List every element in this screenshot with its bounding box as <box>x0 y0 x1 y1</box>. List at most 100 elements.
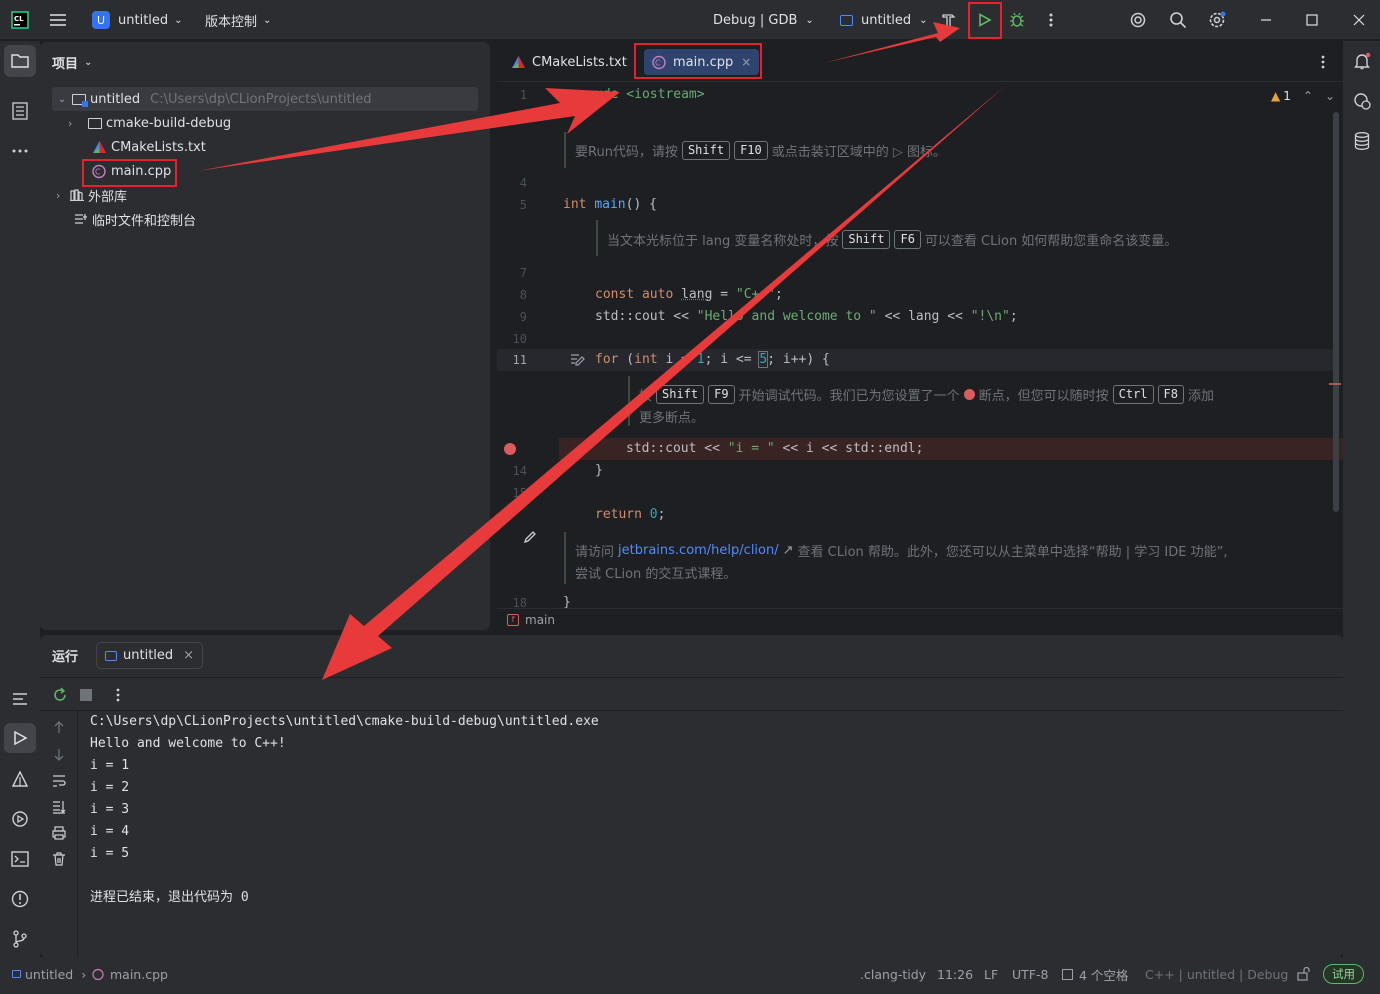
tab-close-icon[interactable]: × <box>183 648 194 663</box>
lock-icon[interactable] <box>1289 960 1317 988</box>
minimize-icon[interactable] <box>1252 6 1280 34</box>
tree-item-cmakelists[interactable]: CMakeLists.txt <box>40 135 490 159</box>
chevron-down-icon: ⌄ <box>263 14 272 26</box>
arrow-up-icon[interactable] <box>45 713 73 741</box>
project-panel-title[interactable]: 项目 ⌄ <box>52 50 92 74</box>
search-icon[interactable] <box>1164 6 1192 34</box>
chevron-down-icon[interactable]: ⌄ <box>1325 89 1335 103</box>
run-tab-untitled[interactable]: untitled × <box>96 642 204 669</box>
run-tool-icon[interactable] <box>4 723 36 753</box>
run-panel: 运行 untitled × C:\Users\dp\CLionProjects\… <box>40 635 1343 957</box>
hint-rename: 当文本光标位于 lang 变量名称处时，按 Shift F6 可以查看 CLio… <box>607 228 1177 250</box>
code-line-cout[interactable]: std::cout << "Hello and welcome to " << … <box>595 306 1018 328</box>
trial-badge[interactable]: 试用 <box>1323 964 1364 984</box>
clion-logo-icon[interactable]: CL <box>6 6 34 34</box>
code-line-for[interactable]: for (int i = 1; i <= 5; i++) { <box>595 349 830 371</box>
function-icon: f <box>507 613 519 626</box>
tab-cmakelists[interactable]: CMakeLists.txt <box>511 42 627 82</box>
structure-icon[interactable] <box>6 97 34 125</box>
breakpoint-icon[interactable] <box>504 443 516 455</box>
print-icon[interactable] <box>45 819 73 847</box>
problems-icon[interactable] <box>6 885 34 913</box>
inspection-widget[interactable]: ▲ 1 ⌃ ⌄ <box>1271 85 1335 107</box>
target-selector[interactable]: untitled ⌄ <box>840 0 928 40</box>
stop-icon[interactable] <box>72 681 100 709</box>
rerun-icon[interactable] <box>46 681 74 709</box>
pencil-edit-icon[interactable] <box>523 530 537 548</box>
code-token: for <box>595 352 619 367</box>
run-config-selector[interactable]: Debug | GDB ⌄ <box>713 0 814 40</box>
code-token: "i = " <box>727 441 775 456</box>
ai-chat-icon[interactable] <box>1348 87 1376 115</box>
notifications-bell-icon[interactable] <box>1348 47 1376 75</box>
status-crumb-label: main.cpp <box>110 966 168 982</box>
target-icon <box>840 14 853 26</box>
code-line-breakpoint[interactable]: std::cout << "i = " << i << std::endl; <box>626 438 923 460</box>
code-token: ; <box>1009 309 1018 324</box>
todo-list-icon[interactable] <box>6 685 34 713</box>
status-indent[interactable]: 4 个空格 <box>1062 957 1128 991</box>
editor-more-icon[interactable] <box>1309 48 1337 76</box>
status-line-separator[interactable]: LF <box>984 957 998 991</box>
code-line-include[interactable]: ude <iostream> <box>595 84 705 106</box>
soft-wrap-icon[interactable] <box>45 767 73 795</box>
tree-item-scratches[interactable]: 临时文件和控制台 <box>40 207 490 231</box>
terminal-icon[interactable] <box>6 845 34 873</box>
settings-gear-icon[interactable] <box>1203 6 1231 34</box>
code-line-main[interactable]: int main() { <box>563 194 657 216</box>
code-line-close-for[interactable]: } <box>595 460 603 482</box>
line-number: 7 <box>519 266 527 280</box>
status-position[interactable]: 11:26 <box>937 957 973 991</box>
status-crumb-file[interactable]: main.cpp <box>92 957 168 991</box>
maximize-icon[interactable] <box>1298 6 1326 34</box>
status-crumb-label: untitled <box>25 966 74 982</box>
status-context[interactable]: C++ | untitled | Debug <box>1145 957 1288 991</box>
hint-debug-line2: 更多断点。 <box>639 405 704 427</box>
more-actions-icon[interactable] <box>1037 6 1065 34</box>
chevron-up-icon[interactable]: ⌃ <box>1303 89 1313 103</box>
line-number: 11 <box>512 353 527 367</box>
code-line-lang[interactable]: const auto lang = "C++"; <box>595 284 783 306</box>
database-icon[interactable] <box>1348 127 1376 155</box>
run-more-icon[interactable] <box>104 681 132 709</box>
hint-text: 更多断点。 <box>639 410 705 426</box>
ai-assistant-icon[interactable] <box>1124 6 1152 34</box>
build-hammer-icon[interactable] <box>935 6 963 34</box>
line-number: 10 <box>512 332 527 346</box>
arrow-down-icon[interactable] <box>45 741 73 769</box>
include-text: ude <iostream> <box>595 87 705 102</box>
scroll-to-end-icon[interactable] <box>45 793 73 821</box>
edit-hint-icon[interactable] <box>570 353 586 371</box>
debug-bug-icon[interactable] <box>1003 6 1031 34</box>
vcs-menu[interactable]: 版本控制 ⌄ <box>205 0 271 40</box>
module-folder-icon <box>72 93 88 107</box>
chevron-down-icon: ⌄ <box>919 14 928 26</box>
close-icon[interactable] <box>1345 6 1373 34</box>
cmake-icon[interactable] <box>6 765 34 793</box>
project-folder-icon[interactable] <box>4 45 36 77</box>
project-selector[interactable]: U untitled ⌄ <box>92 0 183 40</box>
run-panel-title: 运行 <box>52 635 78 675</box>
services-icon[interactable] <box>6 805 34 833</box>
hint-bar <box>564 532 566 584</box>
kbd-key: F8 <box>1157 384 1184 404</box>
status-encoding[interactable]: UTF-8 <box>1012 957 1048 991</box>
status-linter[interactable]: .clang-tidy <box>860 957 926 991</box>
status-encoding-label: UTF-8 <box>1012 966 1049 982</box>
main-menu-icon[interactable] <box>44 6 72 34</box>
console-output-line: i = 4 <box>90 824 130 839</box>
hint-text: 开始调试代码。我们已为您设置了一个 <box>738 388 960 404</box>
editor-scrollbar[interactable] <box>1333 112 1339 512</box>
project-panel: 项目 ⌄ ⌄ untitled C:\Users\dp\CLionProject… <box>40 42 490 630</box>
tree-item-project-root[interactable]: ⌄ untitled C:\Users\dp\CLionProjects\unt… <box>52 87 478 111</box>
svg-text:CL: CL <box>14 15 24 23</box>
trash-icon[interactable] <box>45 845 73 873</box>
editor-breadcrumb[interactable]: f main <box>497 608 1343 630</box>
git-branch-icon[interactable] <box>6 925 34 953</box>
tree-item-cmake-build-debug[interactable]: › cmake-build-debug <box>40 111 490 135</box>
more-tools-icon[interactable] <box>6 137 34 165</box>
code-line-return[interactable]: return 0; <box>595 504 665 526</box>
cmake-file-icon <box>92 140 107 154</box>
help-link[interactable]: jetbrains.com/help/clion/ <box>618 543 779 558</box>
status-crumb-project[interactable]: untitled › <box>12 957 94 991</box>
